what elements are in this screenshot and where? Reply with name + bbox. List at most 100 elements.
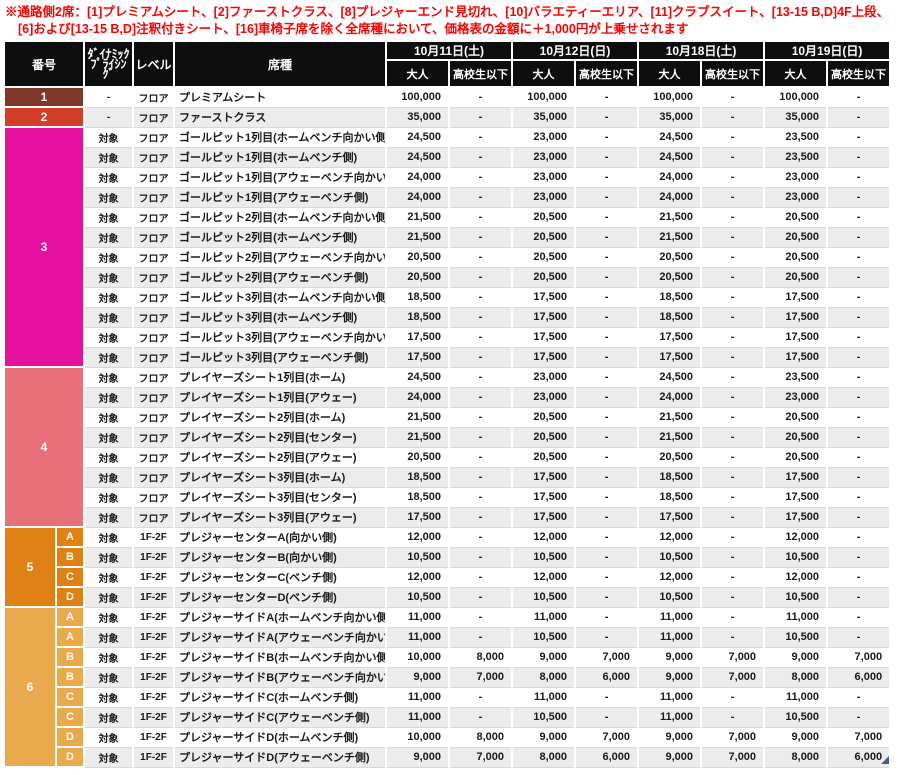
table-row: 対象フロアゴールピット1列目(アウェーベンチ側)24,000-23,000-24… <box>4 187 890 207</box>
level-cell: 1F-2F <box>133 527 174 547</box>
price-cell: - <box>575 127 638 147</box>
price-cell: 9,000 <box>764 727 827 747</box>
level-cell: フロア <box>133 87 174 107</box>
price-cell: - <box>701 87 764 107</box>
price-cell: 18,500 <box>386 307 449 327</box>
price-cell: 21,500 <box>638 207 701 227</box>
dynamic-pricing-cell: 対象 <box>84 567 133 587</box>
dynamic-pricing-cell: 対象 <box>84 447 133 467</box>
price-cell: 10,500 <box>638 547 701 567</box>
seat-type-cell: プレイヤーズシート3列目(センター) <box>174 487 386 507</box>
dynamic-pricing-cell: 対象 <box>84 527 133 547</box>
price-cell: 10,500 <box>764 627 827 647</box>
price-cell: 17,500 <box>638 327 701 347</box>
table-row: 3対象フロアゴールピット1列目(ホームベンチ向かい側)24,500-23,000… <box>4 127 890 147</box>
price-cell: - <box>575 207 638 227</box>
price-cell: 20,500 <box>512 447 575 467</box>
price-cell: - <box>827 587 890 607</box>
price-cell: 24,500 <box>386 147 449 167</box>
dynamic-pricing-cell: 対象 <box>84 407 133 427</box>
price-cell: 7,000 <box>575 647 638 667</box>
price-cell: - <box>701 487 764 507</box>
price-cell: 23,000 <box>512 147 575 167</box>
seat-type-cell: ファーストクラス <box>174 107 386 127</box>
price-cell: - <box>449 547 512 567</box>
price-cell: - <box>575 327 638 347</box>
price-cell: 23,000 <box>764 187 827 207</box>
price-cell: 11,000 <box>638 707 701 727</box>
price-cell: 21,500 <box>638 427 701 447</box>
price-cell: 7,000 <box>827 647 890 667</box>
table-row: 対象フロアプレイヤーズシート3列目(センター)18,500-17,500-18,… <box>4 487 890 507</box>
price-cell: 23,500 <box>764 127 827 147</box>
price-cell: 7,000 <box>827 727 890 747</box>
price-cell: 23,000 <box>512 367 575 387</box>
price-cell: 17,500 <box>512 307 575 327</box>
section-number: 1 <box>4 87 84 107</box>
price-cell: 10,500 <box>512 627 575 647</box>
dynamic-pricing-cell: 対象 <box>84 347 133 367</box>
price-cell: 20,500 <box>764 227 827 247</box>
seat-type-cell: プレジャーサイドC(ホームベンチ側) <box>174 687 386 707</box>
dynamic-pricing-cell: 対象 <box>84 367 133 387</box>
price-cell: - <box>827 167 890 187</box>
price-cell: - <box>827 207 890 227</box>
level-cell: 1F-2F <box>133 587 174 607</box>
section-letter: B <box>56 647 84 667</box>
dynamic-pricing-cell: 対象 <box>84 327 133 347</box>
price-cell: - <box>449 107 512 127</box>
price-cell: 100,000 <box>386 87 449 107</box>
price-cell: - <box>827 127 890 147</box>
price-cell: 100,000 <box>764 87 827 107</box>
price-cell: 20,500 <box>638 447 701 467</box>
price-cell: - <box>575 87 638 107</box>
dynamic-pricing-cell: - <box>84 107 133 127</box>
dynamic-pricing-cell: 対象 <box>84 127 133 147</box>
price-cell: - <box>575 247 638 267</box>
price-cell: 17,500 <box>386 347 449 367</box>
price-cell: 10,500 <box>386 547 449 567</box>
price-cell: - <box>449 687 512 707</box>
price-cell: 17,500 <box>512 347 575 367</box>
price-cell: - <box>701 387 764 407</box>
price-cell: 9,000 <box>386 667 449 687</box>
price-cell: 6,000 <box>827 667 890 687</box>
seat-type-cell: ゴールピット2列目(ホームベンチ向かい側) <box>174 207 386 227</box>
seat-type-cell: プレジャーセンターD(ベンチ側) <box>174 587 386 607</box>
level-cell: フロア <box>133 127 174 147</box>
price-cell: - <box>575 167 638 187</box>
price-cell: 17,500 <box>512 487 575 507</box>
price-cell: - <box>827 547 890 567</box>
price-cell: 18,500 <box>386 287 449 307</box>
level-cell: フロア <box>133 107 174 127</box>
section-number: 4 <box>4 367 84 527</box>
level-cell: フロア <box>133 287 174 307</box>
price-cell: - <box>827 487 890 507</box>
age-header-student: 高校生以下 <box>827 60 890 87</box>
dynamic-pricing-cell: 対象 <box>84 707 133 727</box>
seat-type-cell: ゴールピット1列目(アウェーベンチ向かい側) <box>174 167 386 187</box>
table-row: 対象フロアプレイヤーズシート3列目(ホーム)18,500-17,500-18,5… <box>4 467 890 487</box>
price-cell: 100,000 <box>512 87 575 107</box>
price-cell: 11,000 <box>386 687 449 707</box>
level-cell: フロア <box>133 227 174 247</box>
price-cell: 20,500 <box>638 267 701 287</box>
price-cell: - <box>575 147 638 167</box>
price-cell: 100,000 <box>638 87 701 107</box>
table-row: B対象1F-2FプレジャーサイドB(アウェーベンチ向かい側)9,0007,000… <box>4 667 890 687</box>
dynamic-pricing-cell: 対象 <box>84 207 133 227</box>
level-cell: フロア <box>133 407 174 427</box>
price-cell: - <box>575 267 638 287</box>
price-cell: 7,000 <box>449 667 512 687</box>
price-cell: - <box>701 127 764 147</box>
price-cell: 18,500 <box>638 487 701 507</box>
price-cell: 10,500 <box>764 587 827 607</box>
price-cell: 8,000 <box>449 727 512 747</box>
price-cell: 11,000 <box>386 607 449 627</box>
price-cell: 23,000 <box>512 187 575 207</box>
price-cell: - <box>575 107 638 127</box>
price-cell: 21,500 <box>386 407 449 427</box>
dynamic-pricing-cell: - <box>84 87 133 107</box>
price-cell: 10,000 <box>386 647 449 667</box>
price-cell: 23,000 <box>764 387 827 407</box>
